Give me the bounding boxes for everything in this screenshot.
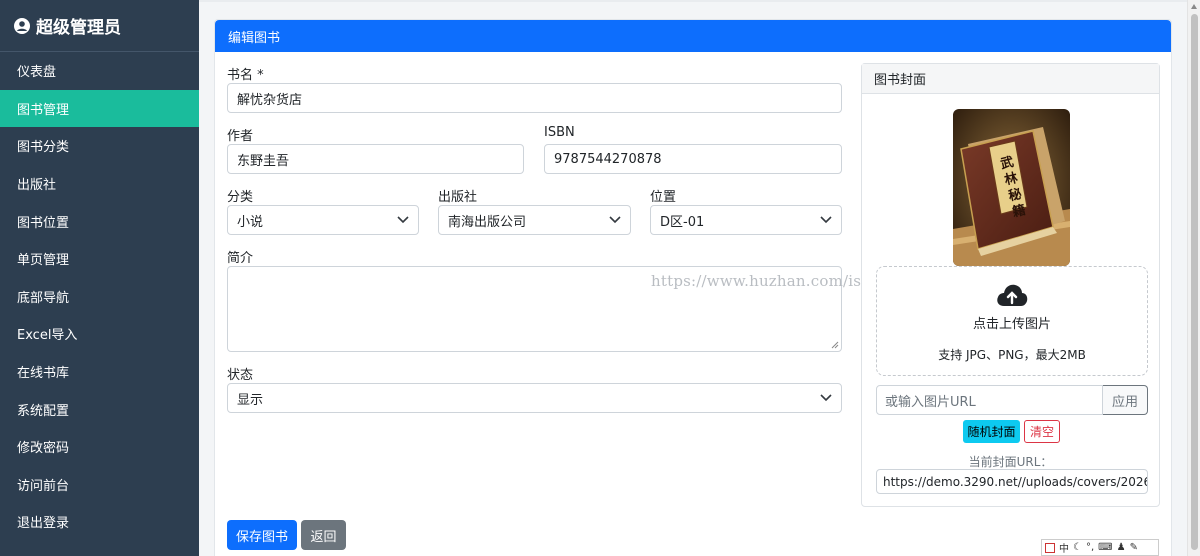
- sidebar-nav: 仪表盘 图书管理 图书分类 出版社 图书位置 单页管理 底部导航 Excel导入…: [0, 52, 199, 541]
- page-scrollbar[interactable]: [1187, 0, 1200, 556]
- ime-lang[interactable]: 中: [1059, 540, 1069, 555]
- cover-image: 武 林 秘 籍: [953, 109, 1070, 266]
- scrollbar-thumb[interactable]: [1191, 14, 1198, 550]
- clear-cover-button[interactable]: 清空: [1024, 420, 1060, 443]
- sidebar-item-settings[interactable]: 系统配置: [0, 390, 199, 428]
- punctuation-icon[interactable]: °,: [1086, 542, 1094, 553]
- random-cover-button[interactable]: 随机封面: [963, 420, 1020, 443]
- author-input[interactable]: 东野圭吾: [227, 144, 524, 174]
- sidebar-item-visit-frontend[interactable]: 访问前台: [0, 466, 199, 504]
- upload-label: 点击上传图片: [972, 317, 1051, 332]
- sidebar-title: 超级管理员: [36, 18, 121, 38]
- sidebar-item-categories[interactable]: 图书分类: [0, 127, 199, 165]
- user-circle-icon: [14, 17, 30, 34]
- moon-icon[interactable]: ☾: [1073, 542, 1082, 553]
- author-label: 作者: [227, 129, 254, 144]
- sidebar-item-online-library[interactable]: 在线书库: [0, 353, 199, 391]
- location-value: D区-01: [660, 214, 705, 230]
- current-cover-url[interactable]: https://demo.3290.net//uploads/covers/20…: [876, 469, 1148, 494]
- apply-url-button[interactable]: 应用: [1103, 385, 1148, 415]
- status-value: 显示: [237, 392, 264, 408]
- cover-book-illustration: 武 林 秘 籍: [953, 109, 1070, 266]
- sidebar-item-locations[interactable]: 图书位置: [0, 202, 199, 240]
- chevron-down-icon: [397, 216, 409, 224]
- sidebar-item-change-password[interactable]: 修改密码: [0, 428, 199, 466]
- sidebar-brand: 超级管理员: [0, 0, 199, 52]
- user-icon[interactable]: ♟: [1117, 542, 1126, 553]
- cover-url-placeholder: 或输入图片URL: [885, 394, 976, 410]
- sidebar-item-excel-import[interactable]: Excel导入: [0, 315, 199, 353]
- title-value: 解忧杂货店: [237, 92, 303, 108]
- sidebar-item-label: 出版社: [17, 178, 57, 194]
- chevron-down-icon: [609, 216, 621, 224]
- isbn-value: 9787544270878: [554, 151, 662, 167]
- cover-url-group: 或输入图片URL 应用: [876, 385, 1148, 415]
- current-cover-label: 当前封面URL：: [968, 455, 1053, 469]
- cloud-upload-icon: [997, 284, 1028, 306]
- status-label: 状态: [227, 368, 254, 383]
- sidebar-item-logout[interactable]: 退出登录: [0, 503, 199, 541]
- ime-logo-icon: [1045, 542, 1055, 553]
- sidebar-item-book-management[interactable]: 图书管理: [0, 89, 199, 128]
- status-select[interactable]: 显示: [227, 383, 842, 413]
- chevron-down-icon: [820, 216, 832, 224]
- isbn-input[interactable]: 9787544270878: [544, 144, 842, 174]
- back-button[interactable]: 返回: [301, 520, 346, 550]
- sidebar-item-label: 底部导航: [17, 290, 70, 306]
- upload-dropzone[interactable]: 点击上传图片 支持 JPG、PNG，最大2MB: [876, 266, 1148, 376]
- sidebar-item-label: 图书位置: [17, 215, 70, 231]
- scroll-up-arrow-icon[interactable]: [1191, 4, 1197, 9]
- location-label: 位置: [650, 190, 677, 205]
- sidebar-item-label: 仪表盘: [17, 65, 57, 81]
- cover-url-input[interactable]: 或输入图片URL: [876, 385, 1103, 415]
- sidebar-item-label: 图书分类: [17, 140, 70, 156]
- sidebar-item-footer-nav[interactable]: 底部导航: [0, 278, 199, 316]
- cover-panel-header: 图书封面: [862, 64, 1159, 94]
- publisher-value: 南海出版公司: [448, 214, 527, 230]
- isbn-label: ISBN: [544, 125, 575, 140]
- ime-toolbar[interactable]: 中 ☾ °, ⌨ ♟ ✎: [1041, 539, 1159, 556]
- category-select[interactable]: 小说: [227, 205, 419, 235]
- card-header: 编辑图书: [215, 20, 1171, 52]
- intro-label: 简介: [227, 251, 254, 266]
- upload-hint: 支持 JPG、PNG，最大2MB: [938, 348, 1086, 362]
- wrench-icon[interactable]: ✎: [1130, 542, 1138, 553]
- sidebar-item-label: 系统配置: [17, 403, 70, 419]
- resize-grip-icon[interactable]: [831, 341, 839, 349]
- cover-panel: 图书封面 武 林 秘 籍 点击上传图片 支持 JPG、PNG，最大2MB 或输入…: [861, 63, 1160, 507]
- publisher-label: 出版社: [438, 190, 478, 205]
- sidebar-item-label: 修改密码: [17, 441, 70, 457]
- sidebar-item-label: Excel导入: [17, 328, 78, 344]
- chevron-down-icon: [820, 394, 832, 402]
- keyboard-icon[interactable]: ⌨: [1098, 542, 1112, 553]
- sidebar-item-dashboard[interactable]: 仪表盘: [0, 52, 199, 90]
- sidebar-item-pages[interactable]: 单页管理: [0, 240, 199, 278]
- category-value: 小说: [237, 214, 264, 230]
- sidebar-item-label: 在线书库: [17, 366, 70, 382]
- author-value: 东野圭吾: [237, 153, 290, 169]
- category-label: 分类: [227, 190, 254, 205]
- title-input[interactable]: 解忧杂货店: [227, 83, 842, 113]
- location-select[interactable]: D区-01: [650, 205, 842, 235]
- save-book-button[interactable]: 保存图书: [227, 520, 297, 550]
- title-label: 书名 *: [227, 68, 264, 83]
- publisher-select[interactable]: 南海出版公司: [438, 205, 631, 235]
- sidebar: 超级管理员 仪表盘 图书管理 图书分类 出版社 图书位置 单页管理 底部导航 E…: [0, 0, 199, 556]
- sidebar-item-label: 单页管理: [17, 253, 70, 269]
- sidebar-item-label: 访问前台: [17, 478, 70, 494]
- sidebar-item-label: 退出登录: [17, 516, 70, 532]
- sidebar-item-publishers[interactable]: 出版社: [0, 165, 199, 203]
- sidebar-item-label: 图书管理: [17, 102, 70, 118]
